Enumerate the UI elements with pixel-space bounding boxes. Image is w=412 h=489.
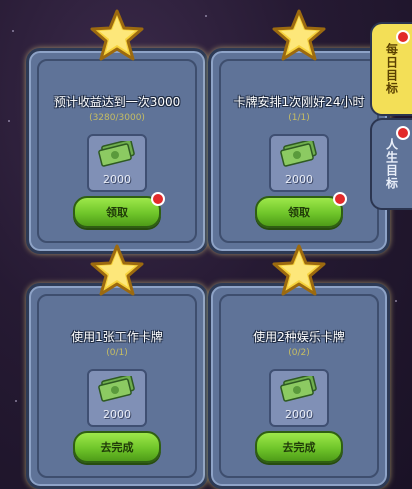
goal-card: 使用2种娱乐卡牌 (0/2) 2000 去完成: [208, 244, 390, 489]
notification-dot: [396, 30, 410, 44]
tab-label: 每日目标: [384, 43, 399, 95]
reward-amount: 2000: [103, 408, 131, 421]
star-icon: [90, 9, 144, 61]
tab-life-goals[interactable]: 人生目标: [370, 118, 412, 210]
go-complete-button[interactable]: 去完成: [73, 431, 161, 463]
goal-card: 预计收益达到一次3000 (3280/3000) 2000 领取: [26, 9, 208, 254]
goal-card: 卡牌安排1次刚好24小时 (1/1) 2000 领取: [208, 9, 390, 254]
money-icon: [98, 376, 135, 402]
claim-button[interactable]: 领取: [73, 192, 165, 228]
star-icon: [272, 244, 326, 296]
goal-progress: (0/2): [288, 348, 310, 358]
claim-button[interactable]: 领取: [255, 192, 347, 228]
money-icon: [98, 141, 135, 167]
notification-dot: [396, 126, 410, 140]
reward-amount: 2000: [285, 408, 313, 421]
notification-dot: [151, 192, 165, 206]
reward-box: 2000: [269, 369, 329, 427]
goal-title: 卡牌安排1次刚好24小时: [233, 95, 365, 109]
notification-dot: [333, 192, 347, 206]
go-complete-button[interactable]: 去完成: [255, 431, 343, 463]
money-icon: [280, 376, 317, 402]
goal-progress: (0/1): [106, 348, 128, 358]
goal-progress: (3280/3000): [89, 113, 145, 123]
reward-box: 2000: [87, 369, 147, 427]
goal-progress: (1/1): [288, 113, 310, 123]
goal-card: 使用1张工作卡牌 (0/1) 2000 去完成: [26, 244, 208, 489]
money-icon: [280, 141, 317, 167]
tab-label: 人生目标: [384, 138, 399, 190]
star-icon: [90, 244, 144, 296]
star-icon: [272, 9, 326, 61]
goal-title: 使用1张工作卡牌: [71, 330, 163, 344]
reward-amount: 2000: [103, 173, 131, 186]
tab-daily-goals[interactable]: 每日目标: [370, 22, 412, 116]
goal-title: 预计收益达到一次3000: [53, 95, 181, 109]
reward-amount: 2000: [285, 173, 313, 186]
button-label: 领取: [288, 206, 310, 219]
button-label: 去完成: [100, 441, 134, 454]
reward-box: 2000: [87, 134, 147, 192]
button-label: 去完成: [282, 441, 316, 454]
goal-title: 使用2种娱乐卡牌: [253, 330, 345, 344]
button-label: 领取: [106, 206, 128, 219]
reward-box: 2000: [269, 134, 329, 192]
